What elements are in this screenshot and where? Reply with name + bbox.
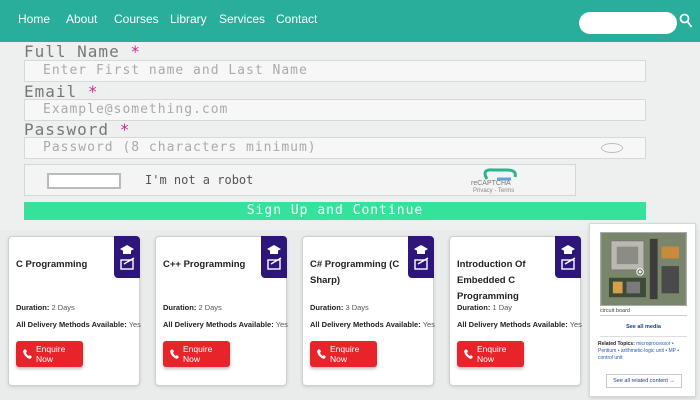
graduation-cap-icon — [414, 245, 429, 270]
nav-courses-link[interactable]: Courses — [114, 12, 159, 26]
see-all-media-link[interactable]: See all media — [590, 324, 697, 330]
course-delivery: All Delivery Methods Available: Yes — [163, 320, 288, 329]
captcha-links[interactable]: Privacy - Terms — [473, 188, 514, 194]
phone-icon — [317, 349, 326, 359]
course-badge — [408, 236, 434, 278]
full-name-input[interactable]: Enter First name and Last Name — [24, 60, 646, 82]
nav-library-link[interactable]: Library — [170, 12, 207, 26]
eye-icon[interactable] — [601, 143, 623, 153]
password-placeholder: Password (8 characters minimum) — [43, 140, 317, 155]
divider — [600, 315, 687, 316]
circuit-board-image[interactable] — [600, 232, 687, 306]
signup-button[interactable]: Sign Up and Continue — [24, 202, 646, 220]
search-input[interactable] — [579, 12, 677, 34]
course-delivery: All Delivery Methods Available: Yes — [16, 320, 141, 329]
captcha-label: I'm not a robot — [145, 173, 254, 187]
graduation-cap-icon — [120, 245, 135, 270]
enquire-now-button[interactable]: Enquire Now — [457, 341, 524, 367]
course-card: C Programming Duration: 2 Days All Deliv… — [8, 236, 141, 386]
course-card: Introduction Of Embedded C Programming D… — [449, 236, 582, 386]
phone-icon — [464, 349, 473, 359]
course-card: C++ Programming Duration: 2 Days All Del… — [155, 236, 288, 386]
nav-home-link[interactable]: Home — [18, 12, 50, 26]
course-badge — [555, 236, 581, 278]
phone-icon — [23, 349, 32, 359]
course-badge — [261, 236, 287, 278]
course-delivery: All Delivery Methods Available: Yes — [457, 320, 582, 329]
course-badge — [114, 236, 140, 278]
course-duration: Duration: 3 Days — [310, 303, 369, 312]
enquire-now-button[interactable]: Enquire Now — [16, 341, 83, 367]
captcha-checkbox[interactable] — [47, 173, 121, 189]
nav-services-link[interactable]: Services — [219, 12, 265, 26]
divider — [600, 336, 687, 337]
signup-form: Full Name * Enter First name and Last Na… — [0, 42, 700, 230]
course-title: C++ Programming — [163, 259, 246, 270]
search-icon[interactable] — [679, 13, 693, 29]
captcha-brand: reCAPTCHA — [471, 180, 511, 187]
course-title: C Programming — [16, 259, 88, 270]
full-name-label: Full Name * — [24, 42, 141, 61]
related-topics: Related Topics: microprocessor • Pentium… — [598, 341, 680, 361]
course-duration: Duration: 1 Day — [457, 303, 513, 312]
recaptcha-logo-icon — [483, 168, 517, 181]
nav-about-link[interactable]: About — [66, 12, 97, 26]
nav-contact-link[interactable]: Contact — [276, 12, 317, 26]
image-caption: circuit board — [600, 308, 630, 314]
top-navbar: Home About Courses Library Services Cont… — [0, 0, 700, 42]
course-duration: Duration: 2 Days — [163, 303, 222, 312]
graduation-cap-icon — [561, 245, 576, 270]
course-delivery: All Delivery Methods Available: Yes — [310, 320, 435, 329]
email-input[interactable]: Example@something.com — [24, 99, 646, 121]
course-card: C# Programming (C Sharp) Duration: 3 Day… — [302, 236, 435, 386]
enquire-now-button[interactable]: Enquire Now — [310, 341, 377, 367]
see-all-related-button[interactable]: See all related content → — [606, 374, 682, 388]
recaptcha-widget: I'm not a robot reCAPTCHA Privacy - Term… — [24, 164, 576, 196]
password-input[interactable]: Password (8 characters minimum) — [24, 137, 646, 159]
course-duration: Duration: 2 Days — [16, 303, 75, 312]
course-title: Introduction Of Embedded C Programming — [457, 259, 526, 302]
graduation-cap-icon — [267, 245, 282, 270]
enquire-now-button[interactable]: Enquire Now — [163, 341, 230, 367]
course-title: C# Programming (C Sharp) — [310, 259, 400, 286]
phone-icon — [170, 349, 179, 359]
related-media-panel: circuit board See all media Related Topi… — [589, 223, 696, 397]
